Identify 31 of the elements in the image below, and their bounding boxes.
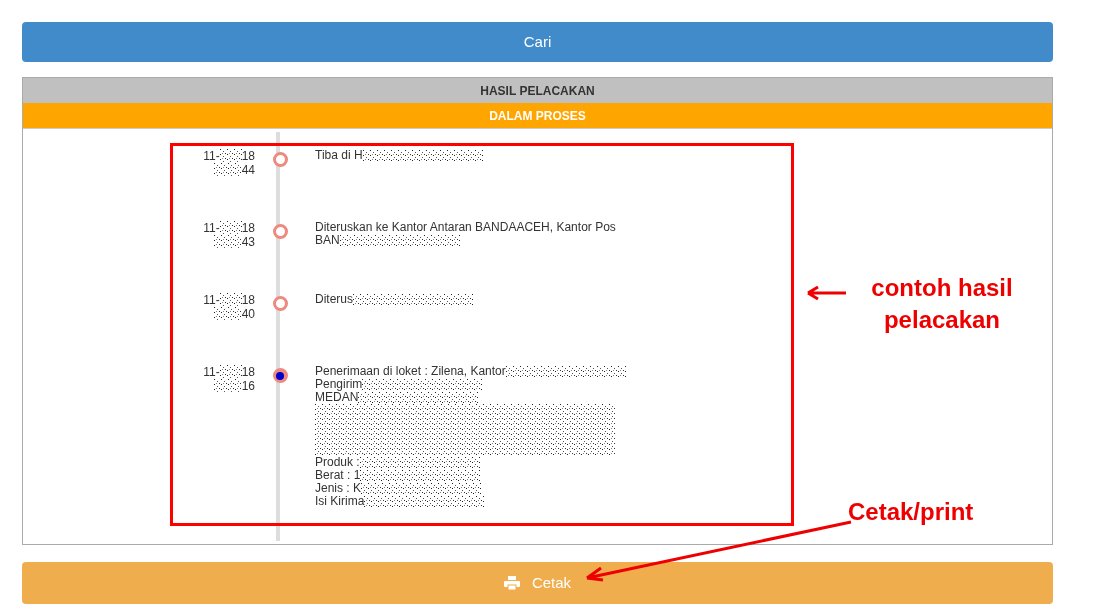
event-text: Tiba di H <box>315 149 363 162</box>
callout-text: contoh hasil pelacakan <box>870 273 1014 335</box>
event-text: Berat : 1 <box>315 469 361 482</box>
status-bar: DALAM PROSES <box>23 103 1052 129</box>
date-text: 11- <box>203 365 220 379</box>
date-text: 18 <box>241 293 255 307</box>
callout-arrow <box>806 286 848 300</box>
date-text: 18 <box>241 221 255 235</box>
panel-title: HASIL PELACAKAN <box>23 78 1052 103</box>
event-text: Produk : <box>315 456 360 469</box>
date-text: 11- <box>203 221 220 235</box>
date-text: 11- <box>203 149 220 163</box>
time-text: 40 <box>241 307 255 321</box>
callout-text: Cetak/print <box>848 497 974 527</box>
event-text: Isi Kirima <box>315 495 365 508</box>
date-text: 18 <box>241 365 255 379</box>
time-text: 16 <box>241 379 255 393</box>
event-text: Diterus <box>315 293 353 306</box>
search-button[interactable]: Cari <box>22 22 1053 62</box>
date-text: 18 <box>241 149 255 163</box>
event-text: MEDAN <box>315 391 359 404</box>
print-button[interactable]: Cetak <box>22 562 1053 604</box>
event-text: Jenis : K <box>315 482 362 495</box>
event-text: BAN <box>315 234 340 247</box>
event-text: Pengirim <box>315 378 363 391</box>
printer-icon <box>503 576 520 590</box>
time-text: 43 <box>241 235 255 249</box>
time-text: 44 <box>241 163 255 177</box>
event-text: Diteruskan ke Kantor Antaran BANDAACEH, Kantor Pos <box>315 221 616 234</box>
event-text: Penerimaan di loket : Zilena, Kantor <box>315 365 506 378</box>
date-text: 11- <box>203 293 220 307</box>
